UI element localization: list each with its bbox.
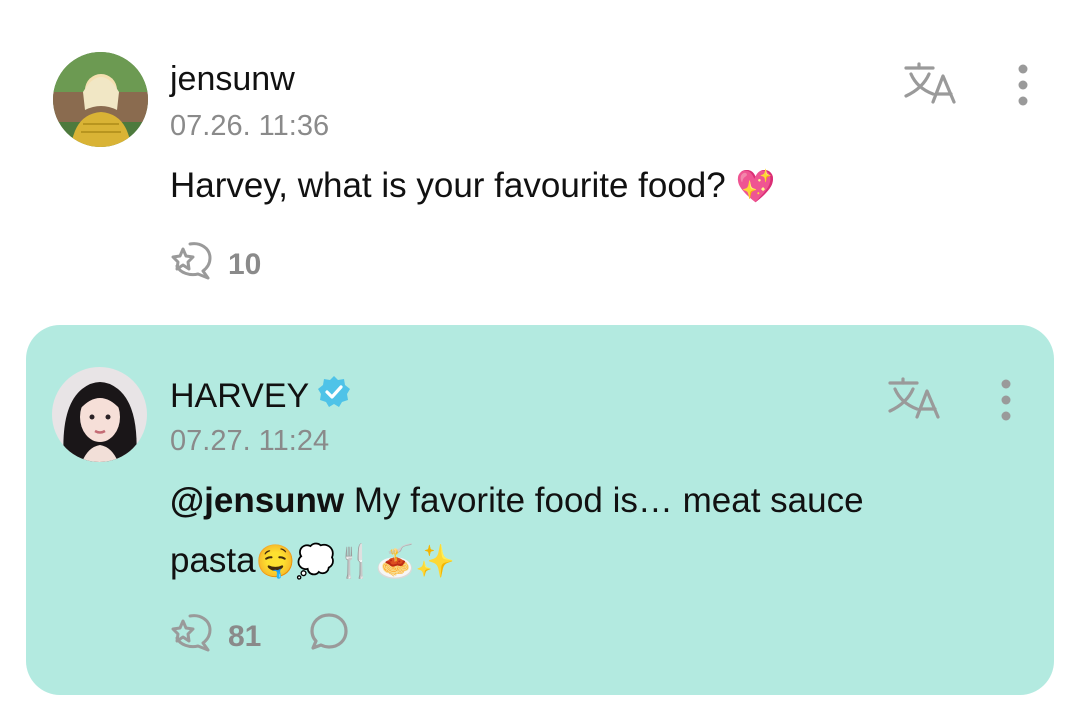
post-line-1: @jensunw My favorite food is… meat sauce	[170, 471, 990, 531]
post-text: Harvey, what is your favourite food? 💖	[170, 156, 775, 216]
chat-feed: jensunw 07.26. 11:36 Harvey, what is you…	[0, 0, 1080, 717]
mention-link[interactable]: @jensunw	[170, 481, 344, 520]
translate-button[interactable]	[903, 62, 957, 111]
translate-icon	[887, 377, 941, 425]
artist-post: HARVEY 07.27. 11:24 @jensunw My favorite…	[26, 325, 1054, 695]
reaction-count: 81	[228, 620, 262, 653]
translate-icon	[903, 62, 957, 110]
more-vertical-icon	[996, 379, 1016, 427]
more-vertical-icon	[1013, 64, 1033, 112]
bubble-reaction-icon	[170, 612, 216, 662]
avatar[interactable]	[53, 52, 148, 147]
post-username[interactable]: HARVEY	[170, 375, 351, 418]
post-message: My favorite food is… meat sauce	[344, 481, 864, 520]
fan-post: jensunw 07.26. 11:36 Harvey, what is you…	[0, 0, 1080, 320]
reply-button[interactable]	[309, 612, 349, 657]
post-timestamp: 07.27. 11:24	[170, 425, 330, 457]
more-options-button[interactable]	[996, 379, 1016, 428]
username-text: jensunw	[170, 60, 295, 98]
reaction-count: 10	[228, 248, 262, 281]
bubble-reaction-icon	[170, 240, 216, 290]
username-text: HARVEY	[170, 377, 310, 415]
translate-button[interactable]	[887, 377, 941, 426]
food-emojis: 🤤💭🍴🍝✨	[255, 542, 455, 580]
post-timestamp: 07.26. 11:36	[170, 110, 330, 142]
reaction-counter[interactable]: 10	[170, 240, 261, 290]
reaction-counter[interactable]: 81	[170, 612, 261, 662]
post-message: Harvey, what is your favourite food?	[170, 166, 736, 205]
more-options-button[interactable]	[1013, 64, 1033, 113]
post-line-2: pasta🤤💭🍴🍝✨	[170, 531, 990, 591]
post-text: @jensunw My favorite food is… meat sauce…	[170, 471, 990, 591]
avatar[interactable]	[52, 367, 147, 462]
heart-emoji: 💖	[735, 167, 776, 205]
post-username[interactable]: jensunw	[170, 60, 295, 99]
speech-bubble-icon	[309, 613, 349, 656]
post-message-continued: pasta	[170, 541, 256, 580]
verified-badge-icon	[317, 375, 351, 418]
